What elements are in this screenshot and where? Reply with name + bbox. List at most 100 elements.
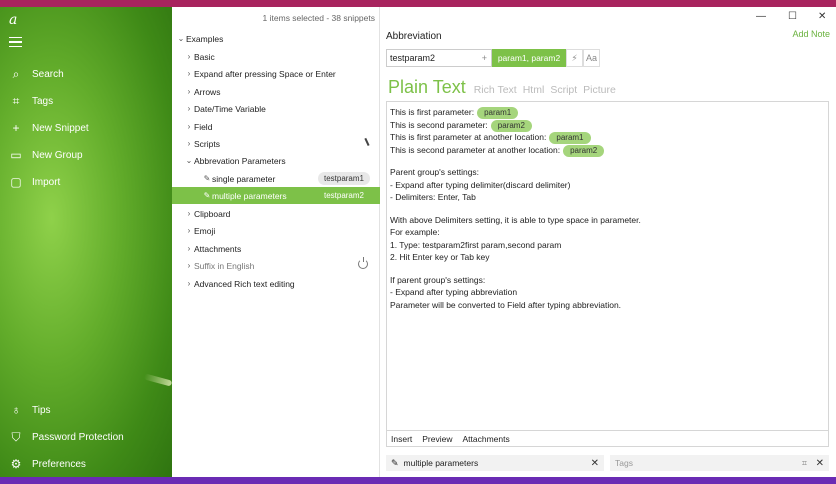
maximize-button[interactable]: ☐ <box>788 11 797 22</box>
sidebar-item-label: New Snippet <box>32 122 89 134</box>
attachments-button[interactable]: Attachments <box>463 434 510 444</box>
content-line: If parent group's settings: <box>390 274 486 285</box>
content-line: 1. Type: testparam2first param,second pa… <box>390 239 562 250</box>
tree-group[interactable]: › Expand after pressing Space or Enter <box>172 65 380 82</box>
sidebar-item-import[interactable]: ▢ Import <box>0 171 172 193</box>
parameter-pill[interactable]: param2 <box>490 119 532 132</box>
tags-field[interactable]: Tags ⌗ ✕ <box>610 455 829 471</box>
content-line: This is second parameter at another loca… <box>390 144 825 157</box>
tree-group-label: Date/Time Variable <box>194 103 266 114</box>
hamburger-menu-icon[interactable] <box>9 37 22 48</box>
chevron-right-icon[interactable]: › <box>184 122 194 131</box>
tree-group-abbrevation-parameters[interactable]: ⌄ Abbrevation Parameters <box>172 152 380 169</box>
tree-group[interactable]: › Date/Time Variable <box>172 100 380 117</box>
bottom-accent-strip <box>0 477 836 484</box>
sidebar: a ⌕ Search ⌗ Tags + New Snippet ▭ New Gr… <box>0 7 173 477</box>
power-icon[interactable] <box>358 257 368 269</box>
content-line: This is second parameter: param2 <box>390 119 825 132</box>
tree-group[interactable]: › Arrows <box>172 83 380 100</box>
tab-plain-text[interactable]: Plain Text <box>388 77 466 98</box>
sidebar-item-tips[interactable]: ♁ Tips <box>0 399 172 421</box>
tab-picture[interactable]: Picture <box>583 84 616 96</box>
sidebar-item-label: Search <box>32 68 64 80</box>
tree-group-label: Emoji <box>194 225 216 236</box>
chevron-right-icon[interactable]: › <box>184 261 194 270</box>
content-type-tabs: Plain Text Rich Text Html Script Picture <box>388 77 622 98</box>
tree-group-label: Arrows <box>194 86 221 97</box>
lightbulb-icon: ♁ <box>11 403 21 417</box>
tree-group[interactable]: › Clipboard <box>172 205 380 222</box>
sidebar-item-new-snippet[interactable]: + New Snippet <box>0 117 172 139</box>
parameters-box[interactable]: param1, param2 <box>492 49 566 67</box>
content-line: 2. Hit Enter key or Tab key <box>390 252 490 262</box>
sidebar-item-label: Preferences <box>32 458 86 470</box>
minimize-button[interactable]: — <box>756 11 766 22</box>
lightning-icon[interactable]: ⚡ <box>566 49 583 67</box>
chevron-right-icon[interactable]: › <box>184 104 194 113</box>
sidebar-item-new-group[interactable]: ▭ New Group <box>0 144 172 166</box>
case-sensitive-icon[interactable]: Aa <box>583 49 600 67</box>
chevron-right-icon[interactable]: › <box>184 279 194 288</box>
insert-button[interactable]: Insert <box>391 434 412 444</box>
pen-icon: ✎ <box>391 457 399 468</box>
chevron-right-icon[interactable]: › <box>184 244 194 253</box>
content-line: Parameter will be converted to Field aft… <box>390 299 622 310</box>
chevron-right-icon[interactable]: › <box>184 87 194 96</box>
abbreviation-input[interactable]: testparam2 + <box>386 49 492 67</box>
chevron-right-icon[interactable]: › <box>184 209 194 218</box>
chevron-right-icon[interactable]: › <box>184 139 194 148</box>
tree-group-label: Field <box>194 121 213 132</box>
tree-group-disabled[interactable]: › Suffix in English <box>172 257 380 274</box>
snippet-name-field[interactable]: ✎ multiple parameters ✕ <box>386 455 604 471</box>
tree-snippet[interactable]: ✎ single parameter testparam1 <box>172 170 380 187</box>
clear-name-icon[interactable]: ✕ <box>591 458 599 469</box>
tree-group[interactable]: › Attachments <box>172 240 380 257</box>
tab-script[interactable]: Script <box>550 84 577 96</box>
sidebar-item-password-protection[interactable]: ⛉ Password Protection <box>0 426 172 448</box>
add-note-link[interactable]: Add Note <box>792 29 830 39</box>
tab-html[interactable]: Html <box>523 84 545 96</box>
preview-button[interactable]: Preview <box>422 434 452 444</box>
tree-snippet-selected[interactable]: ✎ multiple parameters testparam2 <box>172 187 380 204</box>
gear-icon: ⚙ <box>10 457 22 471</box>
sidebar-item-tags[interactable]: ⌗ Tags <box>0 90 172 112</box>
sidebar-item-label: Tags <box>32 95 54 107</box>
tree-group[interactable]: › Advanced Rich text editing <box>172 275 380 292</box>
tree-group-examples[interactable]: ⌄ Examples <box>172 30 380 47</box>
editor-bottom-tabs: Insert Preview Attachments <box>386 431 829 447</box>
chevron-right-icon[interactable]: › <box>184 69 194 78</box>
editor-pane: — ☐ ✕ Abbreviation Add Note testparam2 +… <box>380 7 836 477</box>
tree-group[interactable]: › Field <box>172 118 380 135</box>
tree-snippet-label: single parameter <box>212 173 276 184</box>
tree-group-label: Abbrevation Parameters <box>194 155 286 166</box>
tree-group[interactable]: › Emoji <box>172 222 380 239</box>
clear-tags-icon[interactable]: ✕ <box>816 458 824 469</box>
close-window-button[interactable]: ✕ <box>818 11 826 22</box>
tree-group-label: Advanced Rich text editing <box>194 278 295 289</box>
parameter-pill[interactable]: param1 <box>549 132 591 144</box>
decorative-light-streak <box>143 373 173 387</box>
parameter-pill[interactable]: param1 <box>477 107 519 119</box>
folder-icon: ▭ <box>10 148 22 162</box>
top-accent-strip <box>0 0 836 7</box>
tag-icon[interactable]: ⌗ <box>802 458 807 469</box>
sidebar-item-search[interactable]: ⌕ Search <box>0 63 172 85</box>
chevron-down-icon[interactable]: ⌄ <box>176 34 186 43</box>
chevron-right-icon[interactable]: › <box>184 52 194 61</box>
snippet-content-editor[interactable]: This is first parameter: param1 This is s… <box>386 101 829 431</box>
add-abbreviation-icon[interactable]: + <box>482 50 487 66</box>
snippet-name: multiple parameters <box>403 458 479 468</box>
parameter-pill[interactable]: param2 <box>563 144 605 157</box>
sidebar-item-label: Import <box>32 176 61 188</box>
tree-group-label: Suffix in English <box>194 260 255 271</box>
chevron-right-icon[interactable]: › <box>184 226 194 235</box>
tab-rich-text[interactable]: Rich Text <box>474 84 517 96</box>
sidebar-item-label: Tips <box>32 404 51 416</box>
content-line: For example: <box>390 227 440 237</box>
sidebar-item-preferences[interactable]: ⚙ Preferences <box>0 453 172 475</box>
chevron-down-icon[interactable]: ⌄ <box>184 156 194 165</box>
tree-group[interactable]: › Basic <box>172 48 380 65</box>
tree-group[interactable]: › Scripts <box>172 135 380 152</box>
tree-group-label: Scripts <box>194 138 220 149</box>
pen-icon: ✎ <box>203 174 211 183</box>
